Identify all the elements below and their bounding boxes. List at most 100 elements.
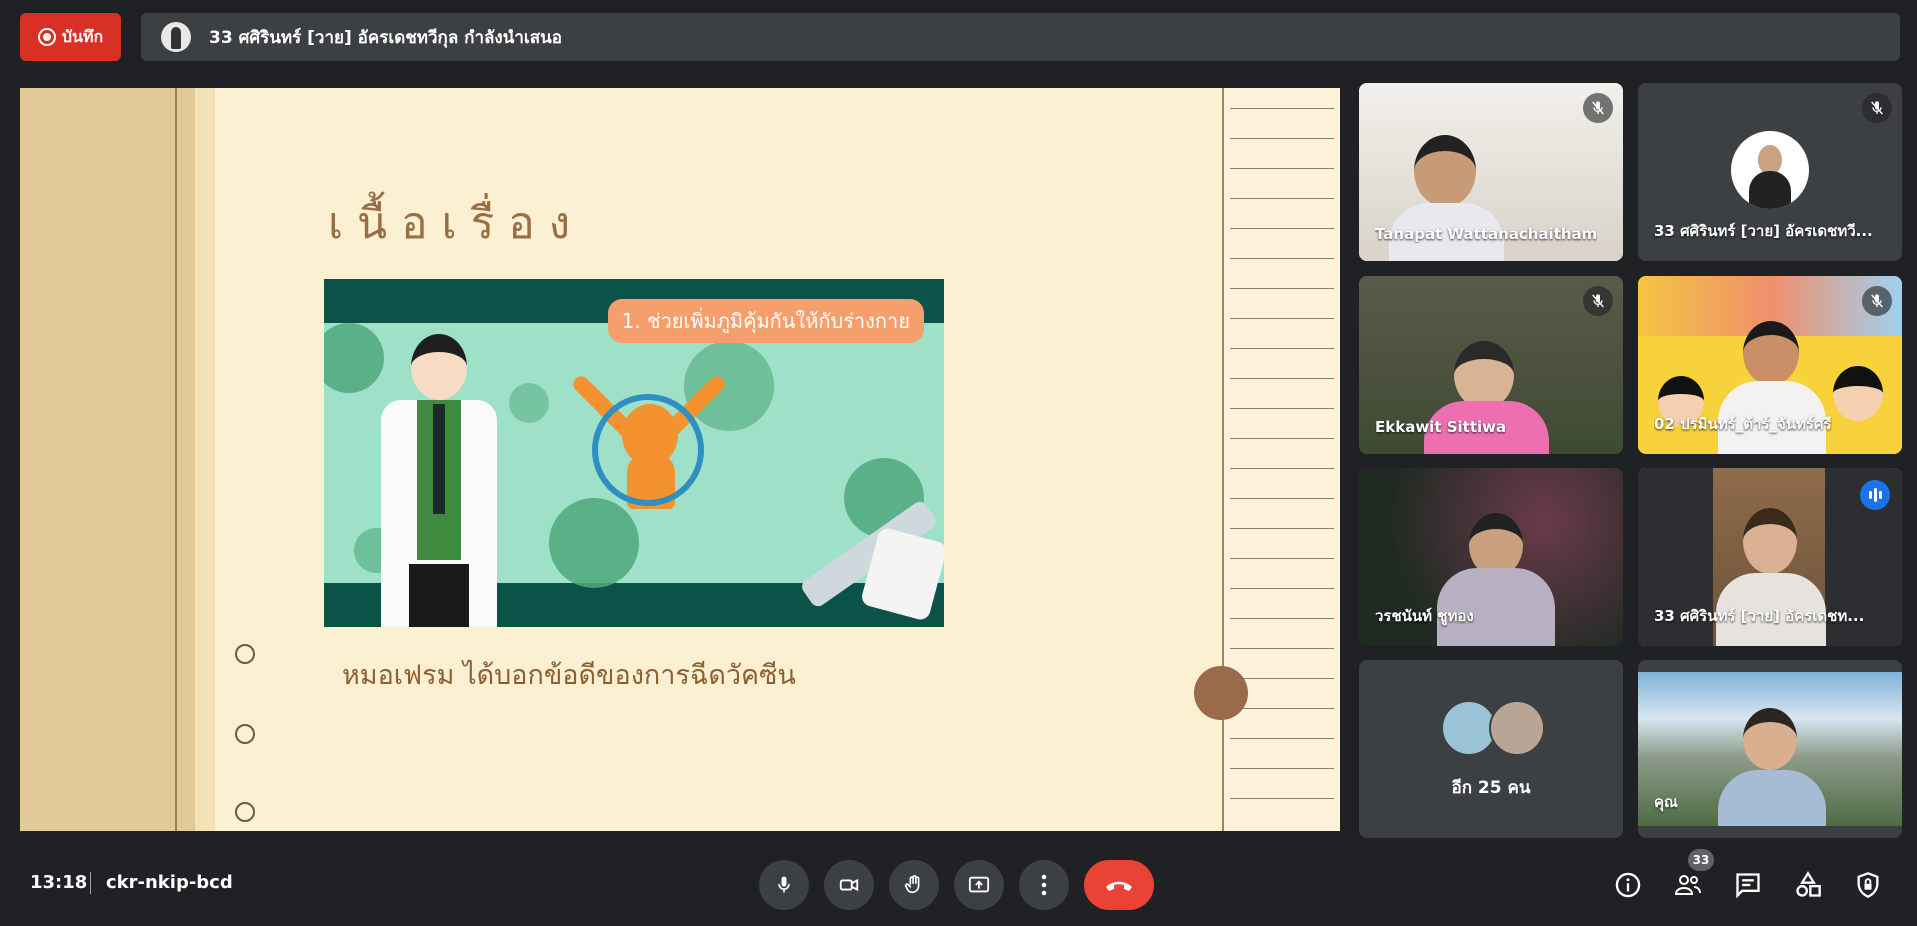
mic-off-icon xyxy=(1862,93,1892,123)
notebook-line xyxy=(1230,678,1334,679)
notebook-line xyxy=(1230,228,1334,229)
camera-button[interactable] xyxy=(824,860,874,910)
participant-name: Tanapat Wattanachaitham xyxy=(1375,225,1598,243)
virus-shape xyxy=(509,383,549,423)
other-avatar xyxy=(1489,700,1545,756)
participant-name: วรชนันท์ ชูทอง xyxy=(1375,607,1474,625)
notebook-line xyxy=(1230,648,1334,649)
notebook-line xyxy=(1230,588,1334,589)
activities-button[interactable] xyxy=(1791,868,1825,902)
presenter-avatar xyxy=(161,22,191,52)
notebook-line xyxy=(1230,258,1334,259)
camera-icon xyxy=(839,878,859,892)
others-tile[interactable]: อีก 25 คน xyxy=(1359,660,1623,838)
participant-tile[interactable]: 33 ศศิรินทร์ [วาย] อัครเดชทวี... xyxy=(1638,83,1902,261)
speaking-indicator-icon xyxy=(1860,480,1890,510)
present-screen-icon xyxy=(968,876,990,893)
self-tile[interactable]: คุณ xyxy=(1638,660,1902,838)
participant-head xyxy=(1414,135,1476,207)
participant-tile[interactable]: Ekkawit Sittiwa xyxy=(1359,276,1623,454)
meeting-time: 13:18 xyxy=(30,872,88,893)
notebook-line xyxy=(1230,558,1334,559)
notebook-line xyxy=(1230,108,1334,109)
others-count-label: อีก 25 คน xyxy=(1451,778,1531,798)
participant-tile[interactable]: 02 ปรมินทร์_ต้าร์_จันทร์ศรี xyxy=(1638,276,1902,454)
notebook-line xyxy=(1230,378,1334,379)
leave-call-button[interactable] xyxy=(1084,860,1154,910)
others-avatars xyxy=(1441,700,1545,756)
microphone-icon xyxy=(778,876,790,893)
participant-name: Ekkawit Sittiwa xyxy=(1375,418,1507,436)
more-vert-icon xyxy=(1041,874,1047,896)
notebook-line xyxy=(1230,768,1334,769)
participant-avatar xyxy=(1731,131,1809,209)
slide-illustration: 1. ช่วยเพิ่มภูมิคุ้มกันให้กับร่างกาย xyxy=(324,279,944,627)
participant-head xyxy=(1743,708,1797,770)
notebook-line xyxy=(1230,348,1334,349)
decorative-dot xyxy=(1194,666,1248,720)
info-icon xyxy=(1615,872,1641,898)
participant-body xyxy=(1718,770,1826,826)
slide-left-band xyxy=(20,88,195,831)
presentation-slide: เนื้อเรื่อง 1. ช่วยเพิ่มภูมิคุ้มกันให้กั… xyxy=(20,88,1340,831)
slide-left-line xyxy=(175,88,177,831)
cartoon-head xyxy=(1833,366,1883,421)
participant-head xyxy=(1743,321,1799,385)
participant-name: คุณ xyxy=(1654,793,1678,811)
people-icon xyxy=(1674,875,1701,895)
notebook-line xyxy=(1230,318,1334,319)
notebook-line xyxy=(1230,198,1334,199)
notebook-line xyxy=(1230,138,1334,139)
meeting-code: ckr-nkip-bcd xyxy=(106,872,233,893)
participant-tile[interactable]: Tanapat Wattanachaitham xyxy=(1359,83,1623,261)
notebook-line xyxy=(1230,498,1334,499)
notebook-line xyxy=(1230,738,1334,739)
hang-up-icon xyxy=(1106,881,1132,891)
chat-button[interactable] xyxy=(1731,868,1765,902)
activities-icon xyxy=(1796,871,1821,897)
raise-hand-button[interactable] xyxy=(889,860,939,910)
participant-head xyxy=(1454,341,1514,409)
presenter-text: 33 ศศิรินทร์ [วาย] อัครเดชทวีกุล กำลังนำ… xyxy=(209,27,562,48)
slide-left-shade xyxy=(195,88,215,831)
doctor-tie xyxy=(433,404,445,514)
notebook-line xyxy=(1230,798,1334,799)
notebook-line xyxy=(1230,528,1334,529)
participant-head xyxy=(1743,508,1797,574)
protection-ring xyxy=(592,394,704,506)
slide-caption: หมอเฟรม ได้บอกข้อดีของการฉีดวัคซีน xyxy=(342,660,796,691)
slide-notebook-panel xyxy=(1222,88,1340,831)
microphone-button[interactable] xyxy=(759,860,809,910)
shield-lock-icon xyxy=(1857,872,1879,898)
participant-tile[interactable]: วรชนันท์ ชูทอง xyxy=(1359,468,1623,646)
present-screen-button[interactable] xyxy=(954,860,1004,910)
host-controls-button[interactable] xyxy=(1851,868,1885,902)
notebook-line xyxy=(1230,708,1334,709)
presenting-banner: 33 ศศิรินทร์ [วาย] อัครเดชทวีกุล กำลังนำ… xyxy=(141,13,1900,61)
record-button[interactable]: บันทึก xyxy=(20,13,121,61)
mic-off-icon xyxy=(1583,93,1613,123)
chat-icon xyxy=(1736,873,1760,899)
participant-name: 33 ศศิรินทร์ [วาย] อัครเดชท... xyxy=(1654,607,1865,625)
more-options-button[interactable] xyxy=(1019,860,1069,910)
illustration-banner: 1. ช่วยเพิ่มภูมิคุ้มกันให้กับร่างกาย xyxy=(607,299,924,343)
notebook-line xyxy=(1230,408,1334,409)
people-button[interactable] xyxy=(1671,868,1705,902)
doctor-figure xyxy=(369,334,509,627)
record-icon xyxy=(37,28,56,46)
notebook-line xyxy=(1230,438,1334,439)
participant-name: 02 ปรมินทร์_ต้าร์_จันทร์ศรี xyxy=(1654,415,1832,433)
doctor-pants xyxy=(409,564,469,627)
raise-hand-icon xyxy=(904,875,920,894)
bullet-circle xyxy=(235,644,255,664)
avatar-body xyxy=(1749,171,1791,209)
participant-tile-active[interactable]: 33 ศศิรินทร์ [วาย] อัครเดชท... xyxy=(1638,468,1902,646)
notebook-line xyxy=(1230,618,1334,619)
participant-name: 33 ศศิรินทร์ [วาย] อัครเดชทวี... xyxy=(1654,222,1873,240)
notebook-line xyxy=(1230,468,1334,469)
bullet-circle xyxy=(235,802,255,822)
virus-shape xyxy=(684,341,774,431)
meeting-details-button[interactable] xyxy=(1611,868,1645,902)
record-label: บันทึก xyxy=(61,26,104,46)
mic-off-icon xyxy=(1862,286,1892,316)
